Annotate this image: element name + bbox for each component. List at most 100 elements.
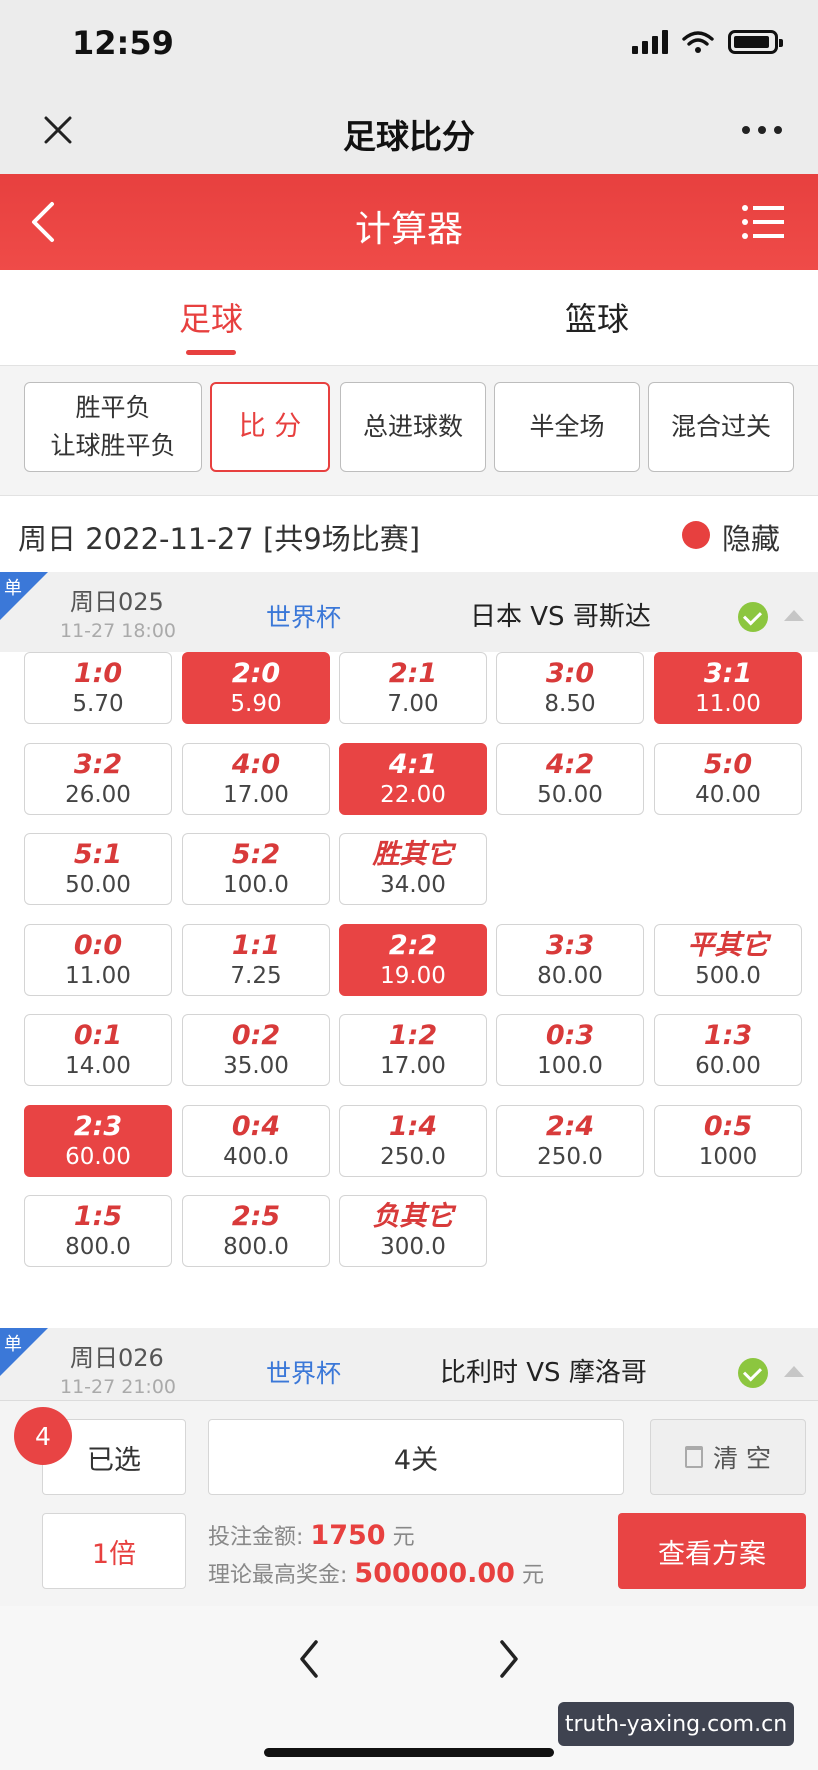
score-option[interactable]: 5:0 40.00 (654, 742, 802, 815)
score-option[interactable]: 1:0 5.70 (24, 652, 172, 724)
score-label: 0:0 (73, 929, 123, 961)
play-type-bar: 胜平负 让球胜平负 比 分 总进球数 半全场 混合过关 (0, 366, 818, 496)
score-option[interactable]: 2:0 5.90 (182, 652, 330, 724)
collapse-caret-icon[interactable] (784, 1366, 804, 1377)
browser-back-icon[interactable] (294, 1636, 324, 1682)
match-number: 周日025 (70, 588, 164, 616)
score-label: 1:1 (231, 929, 281, 961)
league-name: 世界杯 (266, 603, 342, 632)
play-type-label: 半全场 (529, 412, 605, 441)
play-type-score[interactable]: 比 分 (210, 382, 330, 472)
hide-toggle-label[interactable]: 隐藏 (722, 516, 780, 558)
match-header[interactable]: 单 周日026 11-27 21:00 世界杯 比利时 VS 摩洛哥 (0, 1328, 818, 1400)
wechat-title: 足球比分 (343, 117, 475, 156)
match-time: 11-27 21:00 (60, 1376, 177, 1398)
score-label: 3:3 (545, 929, 595, 961)
clear-button[interactable]: 清 空 (650, 1419, 806, 1495)
odds-value: 17.00 (223, 781, 289, 808)
score-option[interactable]: 1:5 800.0 (24, 1195, 172, 1267)
score-option[interactable]: 0:1 14.00 (24, 1014, 172, 1086)
score-option[interactable]: 3:2 26.00 (24, 742, 172, 815)
score-option[interactable]: 4:0 17.00 (182, 742, 330, 815)
collapse-caret-icon[interactable] (784, 610, 804, 621)
odds-value: 250.0 (537, 1143, 603, 1170)
sport-tabs: 足球 篮球 (0, 270, 818, 366)
page-header: 计算器 (0, 174, 818, 270)
bet-amount-value: 1750 (310, 1520, 386, 1551)
play-type-half-full[interactable]: 半全场 (494, 382, 640, 472)
battery-icon (728, 30, 783, 54)
score-option[interactable]: 5:2 100.0 (182, 833, 330, 905)
view-plan-button[interactable]: 查看方案 (618, 1513, 806, 1589)
browser-nav-bar: truth-yaxing.com.cn (0, 1606, 818, 1770)
check-icon (738, 602, 768, 632)
odds-value: 35.00 (223, 1053, 289, 1079)
multiple-input[interactable]: 1倍 (42, 1513, 186, 1589)
score-option[interactable]: 2:4 250.0 (496, 1104, 644, 1177)
max-prize-label: 理论最高奖金: (208, 1563, 348, 1588)
league-name: 世界杯 (266, 1359, 342, 1388)
odds-value: 60.00 (65, 1143, 131, 1170)
bet-summary-bar: 4 已选 4关 清 空 1倍 投注金额: 1750 元 理论最高奖金: 5000… (0, 1400, 818, 1606)
play-type-label: 总进球数 (362, 412, 463, 441)
signal-icon (632, 30, 668, 54)
score-option[interactable]: 负其它 300.0 (339, 1195, 487, 1267)
hide-toggle-dot[interactable] (682, 521, 710, 549)
score-label: 3:1 (703, 658, 753, 689)
clear-label: 清 空 (713, 1444, 771, 1473)
more-icon[interactable] (742, 126, 782, 134)
trash-icon (685, 1446, 704, 1468)
score-option[interactable]: 3:0 8.50 (496, 652, 644, 724)
score-option[interactable]: 3:1 11.00 (654, 652, 802, 724)
score-label: 2:1 (388, 658, 438, 689)
status-bar: 12:59 (0, 0, 818, 90)
score-label: 胜其它 (372, 839, 454, 870)
score-option[interactable]: 平其它 500.0 (654, 923, 802, 996)
score-option[interactable]: 4:1 22.00 (339, 742, 487, 815)
score-option[interactable]: 1:2 17.00 (339, 1014, 487, 1086)
score-label: 2:0 (231, 658, 281, 689)
score-option[interactable]: 1:3 60.00 (654, 1014, 802, 1086)
score-label: 3:2 (73, 748, 123, 780)
tab-football[interactable]: 足球 (111, 294, 311, 340)
odds-value: 8.50 (544, 691, 596, 717)
score-option[interactable]: 0:4 400.0 (182, 1104, 330, 1177)
odds-value: 19.00 (380, 962, 446, 989)
play-type-win-draw-lose[interactable]: 胜平负 让球胜平负 (24, 382, 202, 472)
watermark: truth-yaxing.com.cn (558, 1702, 794, 1746)
score-option[interactable]: 0:0 11.00 (24, 923, 172, 996)
pass-type-selector[interactable]: 4关 (208, 1419, 624, 1495)
score-option[interactable]: 5:1 50.00 (24, 833, 172, 905)
score-label: 0:1 (73, 1020, 123, 1051)
score-option[interactable]: 1:4 250.0 (339, 1104, 487, 1177)
play-type-total-goals[interactable]: 总进球数 (340, 382, 486, 472)
score-option[interactable]: 2:2 19.00 (339, 923, 487, 996)
score-label: 2:2 (388, 929, 438, 961)
menu-icon[interactable] (742, 204, 784, 240)
match-teams: 日本 VS 哥斯达 (470, 602, 651, 632)
single-tag: 单 (0, 1328, 48, 1376)
score-label: 5:0 (703, 748, 753, 780)
odds-value: 7.00 (387, 691, 439, 717)
max-prize-value: 500000.00 (354, 1558, 515, 1589)
score-option[interactable]: 胜其它 34.00 (339, 833, 487, 905)
score-option[interactable]: 0:2 35.00 (182, 1014, 330, 1086)
browser-forward-icon[interactable] (494, 1636, 524, 1682)
score-option[interactable]: 0:3 100.0 (496, 1014, 644, 1086)
match-teams: 比利时 VS 摩洛哥 (440, 1358, 647, 1388)
score-option[interactable]: 2:3 60.00 (24, 1104, 172, 1177)
play-type-label: 比 分 (238, 411, 302, 442)
max-prize-line: 理论最高奖金: 500000.00 元 (208, 1557, 544, 1589)
bet-amount-line: 投注金额: 1750 元 (208, 1519, 415, 1551)
tab-basketball[interactable]: 篮球 (497, 294, 697, 340)
score-option[interactable]: 3:3 80.00 (496, 923, 644, 996)
score-option[interactable]: 1:1 7.25 (182, 923, 330, 996)
score-label: 2:4 (545, 1110, 595, 1142)
match-header[interactable]: 单 周日025 11-27 18:00 世界杯 日本 VS 哥斯达 (0, 572, 818, 652)
score-option[interactable]: 4:2 50.00 (496, 742, 644, 815)
score-option[interactable]: 2:1 7.00 (339, 652, 487, 724)
score-option[interactable]: 2:5 800.0 (182, 1195, 330, 1267)
odds-value: 250.0 (380, 1143, 446, 1170)
score-option[interactable]: 0:5 1000 (654, 1104, 802, 1177)
play-type-mixed[interactable]: 混合过关 (648, 382, 794, 472)
